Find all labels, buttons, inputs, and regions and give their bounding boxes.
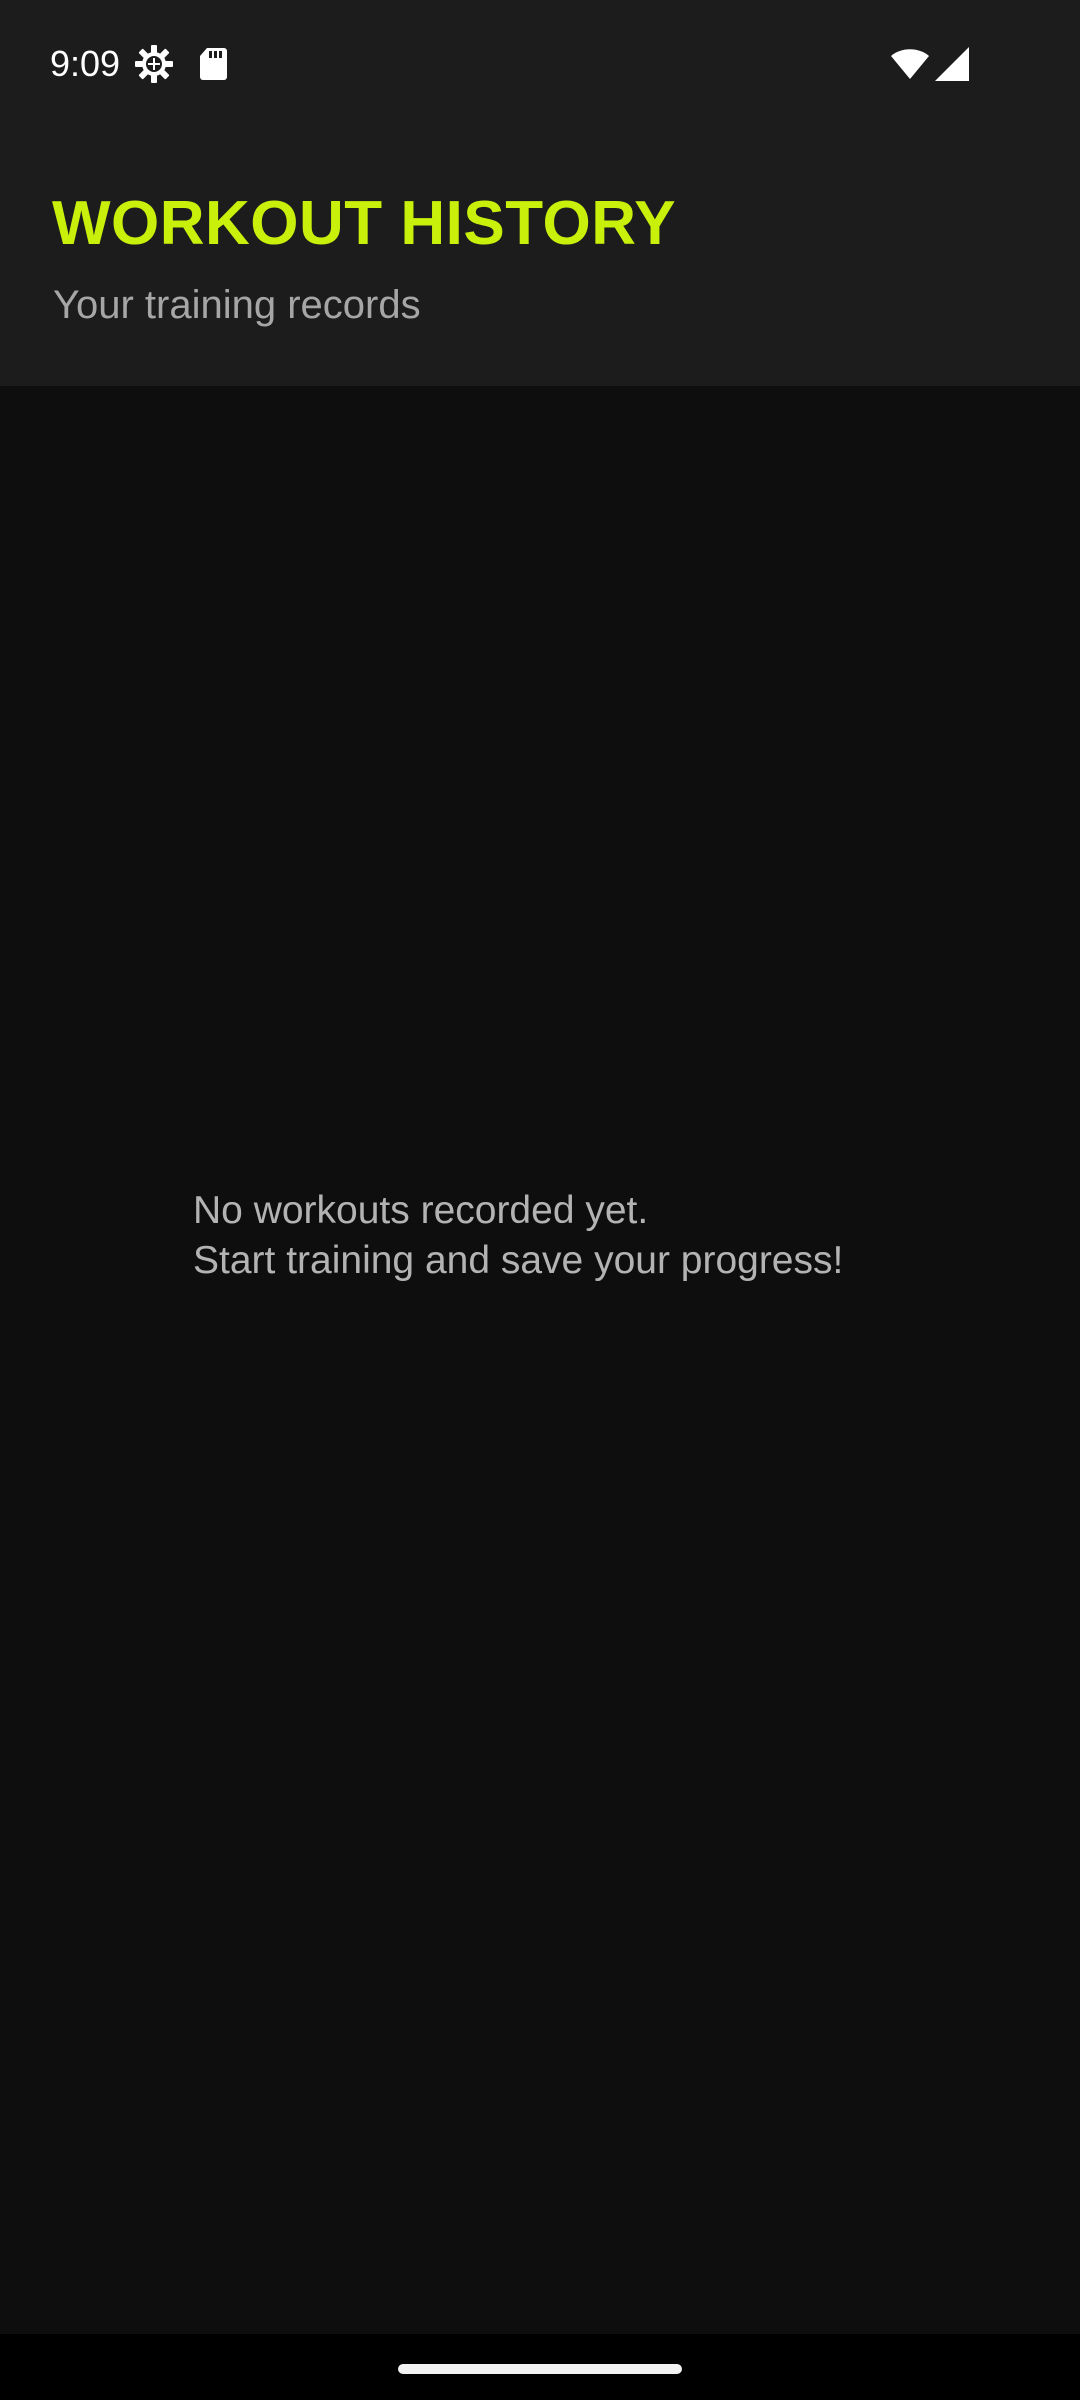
empty-state-line: No workouts recorded yet.	[193, 1189, 649, 1232]
empty-state-line: Start training and save your progress!	[193, 1239, 844, 1282]
page-subtitle: Your training records	[53, 283, 421, 327]
page-title: WORKOUT HISTORY	[52, 189, 677, 258]
gear-icon	[135, 45, 173, 83]
status-bar: 9:09	[0, 0, 1080, 128]
screen: 9:09 WORKOUT HISTORY Your training recor…	[0, 0, 1080, 2400]
wifi-icon	[891, 49, 929, 79]
workout-list[interactable]: No workouts recorded yet. Start training…	[0, 386, 1080, 2334]
home-indicator[interactable]	[398, 2364, 682, 2374]
header: WORKOUT HISTORY Your training records	[0, 128, 1080, 386]
empty-state-message: No workouts recorded yet. Start training…	[193, 1186, 843, 1286]
sd-card-icon	[200, 48, 227, 80]
status-time: 9:09	[50, 43, 121, 84]
navigation-bar	[0, 2334, 1080, 2400]
cell-signal-icon	[935, 47, 969, 81]
